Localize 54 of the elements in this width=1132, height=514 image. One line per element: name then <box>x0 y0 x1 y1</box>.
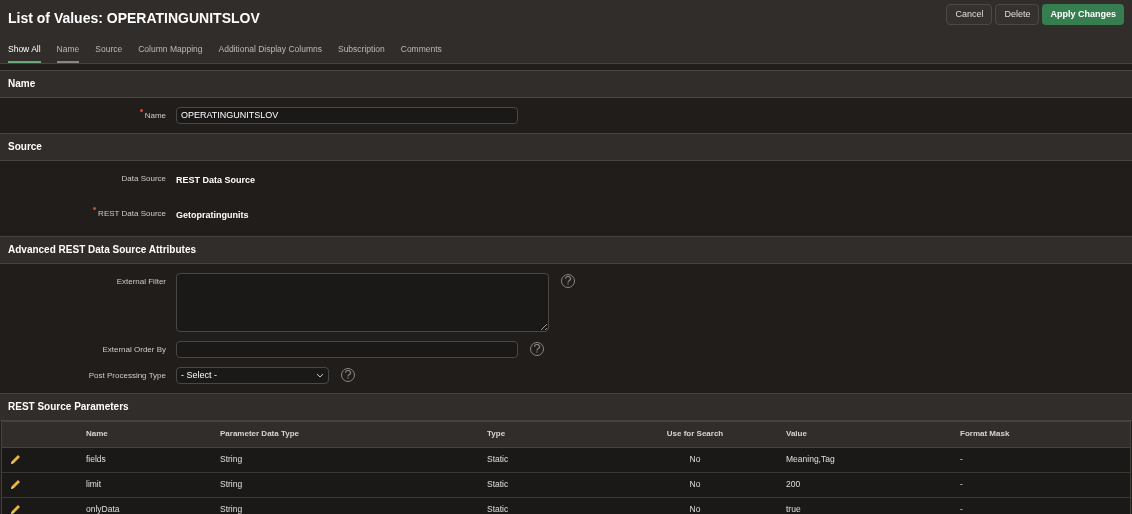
page-title: List of Values: OPERATINGUNITSLOV <box>8 9 260 28</box>
text-field[interactable] <box>176 340 518 358</box>
table-cell: true <box>786 504 801 514</box>
name-field[interactable]: OPERATINGUNITSLOV <box>176 106 518 124</box>
pencil-icon[interactable] <box>10 454 21 466</box>
table-cell: String <box>220 454 243 465</box>
field-label: External Order By <box>102 343 166 356</box>
pencil-icon[interactable] <box>10 479 21 491</box>
table-cell: - <box>960 504 963 514</box>
tab[interactable]: Subscription <box>337 43 385 63</box>
table-cell: String <box>220 479 243 490</box>
table-cell: No <box>689 504 701 514</box>
column-header: Type <box>487 429 506 439</box>
table-cell: limit <box>86 479 102 490</box>
field-label: REST Data Source <box>98 208 166 221</box>
field-label: External Filter <box>116 275 166 288</box>
field-label: Post Processing Type <box>88 369 166 382</box>
table-cell: 200 <box>786 479 801 490</box>
tab[interactable]: Source <box>95 43 123 63</box>
table-cell: Static <box>487 454 509 465</box>
pencil-icon[interactable] <box>10 504 21 514</box>
field-value: REST Data Source <box>176 173 256 187</box>
apply-changes-button[interactable]: Apply Changes <box>1042 4 1124 25</box>
tab[interactable]: Column Mapping <box>138 43 203 63</box>
tab[interactable]: Additional Display Columns <box>218 43 322 63</box>
table-cell: No <box>689 454 701 465</box>
chevron-down-icon <box>316 372 324 378</box>
section-header: Name <box>0 69 1132 98</box>
column-header: Format Mask <box>960 429 1010 439</box>
table-cell: Meaning,Tag <box>786 454 835 465</box>
table-cell: Static <box>487 479 509 490</box>
table-cell: fields <box>86 454 106 465</box>
tab[interactable]: Comments <box>400 43 442 63</box>
column-header: Use for Search <box>666 429 724 439</box>
field-label: Data Source <box>121 172 166 185</box>
column-header: Name <box>86 429 108 439</box>
table-cell: onlyData <box>86 504 120 514</box>
table-cell: String <box>220 504 243 514</box>
table-cell: - <box>960 454 963 465</box>
section-header: Advanced REST Data Source Attributes <box>0 235 1132 264</box>
table-cell: No <box>689 479 701 490</box>
column-header: Parameter Data Type <box>220 429 299 439</box>
tab[interactable]: Show All <box>8 43 41 63</box>
toolbar-button[interactable]: Delete <box>995 4 1040 25</box>
section-header: Source <box>0 132 1132 161</box>
section-header: REST Source Parameters <box>0 392 1132 421</box>
tab[interactable]: Name <box>56 43 80 63</box>
table-cell: - <box>960 479 963 490</box>
table-cell: Static <box>487 504 509 514</box>
column-header: Value <box>786 429 807 439</box>
toolbar-button[interactable]: Cancel <box>946 4 993 25</box>
field-label: Name <box>144 109 166 122</box>
field-value: Getopratingunits <box>176 209 249 223</box>
select-dropdown[interactable]: - Select - <box>176 366 329 384</box>
